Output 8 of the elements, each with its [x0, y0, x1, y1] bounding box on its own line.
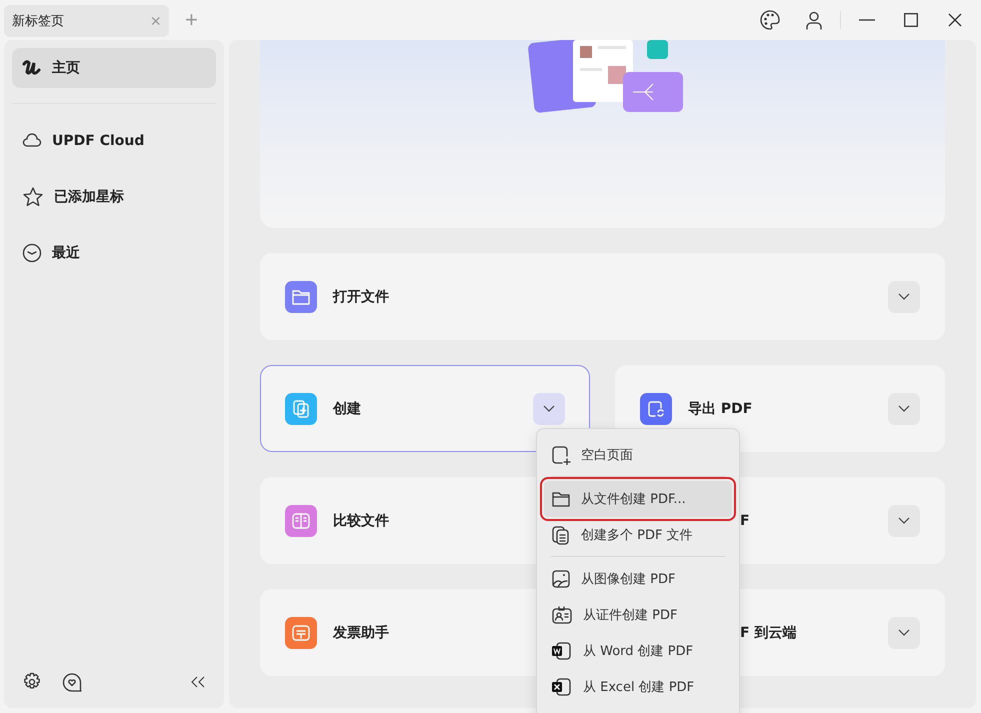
card-label: 打开文件	[333, 288, 390, 306]
card-label: 导出 PDF	[688, 400, 754, 418]
card-label: F	[739, 512, 751, 528]
card-label: 发票助手	[333, 624, 390, 642]
tab-title: 新标签页	[12, 13, 64, 30]
card-label: 创建	[333, 400, 362, 418]
card-label: F 到云端	[739, 624, 798, 642]
card-label: 比较文件	[333, 512, 390, 530]
